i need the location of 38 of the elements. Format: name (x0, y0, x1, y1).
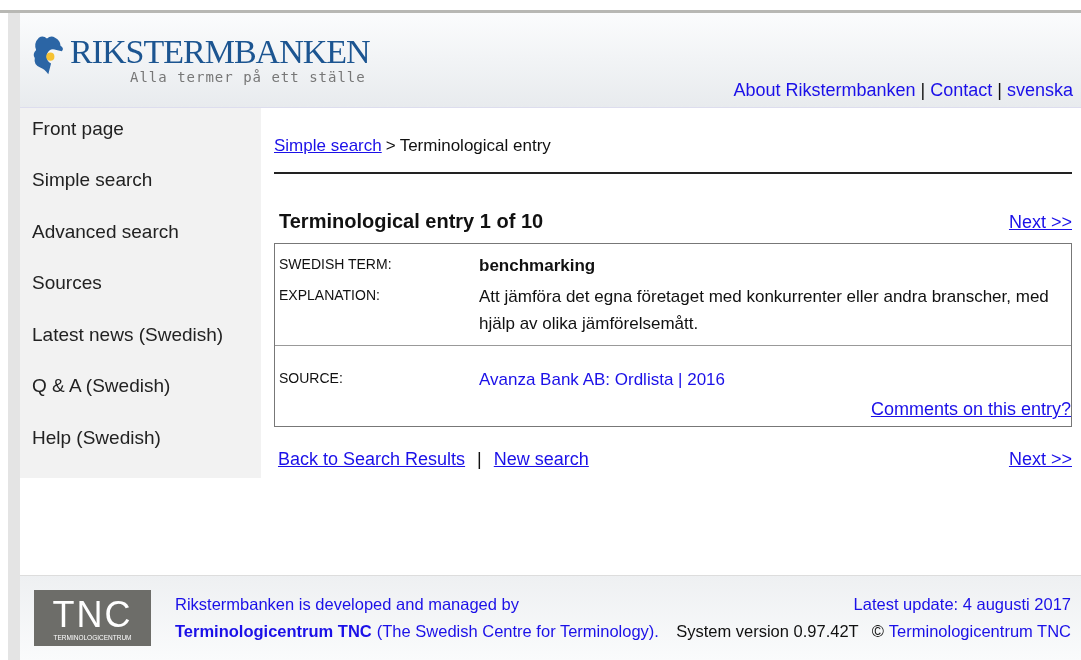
field-label: SOURCE: (279, 369, 344, 386)
sidebar-item[interactable]: Advanced search (32, 220, 261, 273)
comments-link[interactable]: Comments on this entry? (870, 399, 1071, 419)
sidebar-item[interactable]: Q & A (Swedish) (32, 375, 261, 427)
sidebar-item[interactable]: Help (Swedish) (32, 426, 261, 478)
term-value: benchmarking (479, 255, 597, 277)
tnc-logo-text: TNC (52, 595, 133, 634)
header-link[interactable]: svenska (1006, 80, 1073, 100)
sidebar-item[interactable]: Sources (32, 272, 261, 324)
footer-text: Rikstermbanken is developed and managed by (175, 595, 520, 614)
breadcrumb-separator: > (385, 136, 396, 156)
separator: | (920, 80, 926, 100)
logo-tagline: Alla termer på ett ställe (130, 69, 367, 85)
entry-heading: Terminological entry 1 of 10 (279, 210, 544, 233)
sidebar-item[interactable]: Latest news (Swedish) (32, 323, 261, 376)
field-label: SWEDISH TERM: (279, 255, 393, 272)
new-search-link[interactable]: New search (493, 449, 589, 469)
field-label: EXPLANATION: (279, 286, 381, 303)
separator: | (477, 449, 482, 469)
separator: | (997, 80, 1002, 100)
breadcrumb-current: Terminological entry (399, 136, 551, 156)
breadcrumb-link[interactable]: Simple search (274, 136, 382, 156)
footer-text: (The Swedish Centre for Terminology). (376, 622, 659, 641)
next-link[interactable]: Next >> (1008, 449, 1072, 470)
field-value: Att jämföra det egna företaget med konkurrenter eller andra branscher, med hjälp av olika jämförelsemått. (479, 286, 1050, 335)
sidebar-item[interactable]: Front page (32, 118, 261, 170)
copyright-text: © (871, 622, 884, 641)
copyright-link[interactable]: Terminologicentrum TNC (888, 622, 1071, 641)
next-link[interactable]: Next >> (1008, 212, 1072, 233)
update-text: Latest update: 4 augusti 2017 (853, 595, 1071, 614)
source-link[interactable]: Avanza Bank AB: Ordlista | 2016 (479, 366, 1071, 393)
version-text: System version 0.97.42T (676, 622, 859, 641)
header-link[interactable]: About Rikstermbanken (733, 80, 916, 100)
back-link[interactable]: Back to Search Results (278, 449, 466, 469)
header-link[interactable]: Contact (930, 80, 993, 100)
sidebar-item[interactable]: Simple search (32, 169, 261, 221)
org-link[interactable]: Terminologicentrum TNC (175, 622, 372, 641)
logo-title[interactable]: RIKSTERMBANKEN (70, 35, 370, 69)
